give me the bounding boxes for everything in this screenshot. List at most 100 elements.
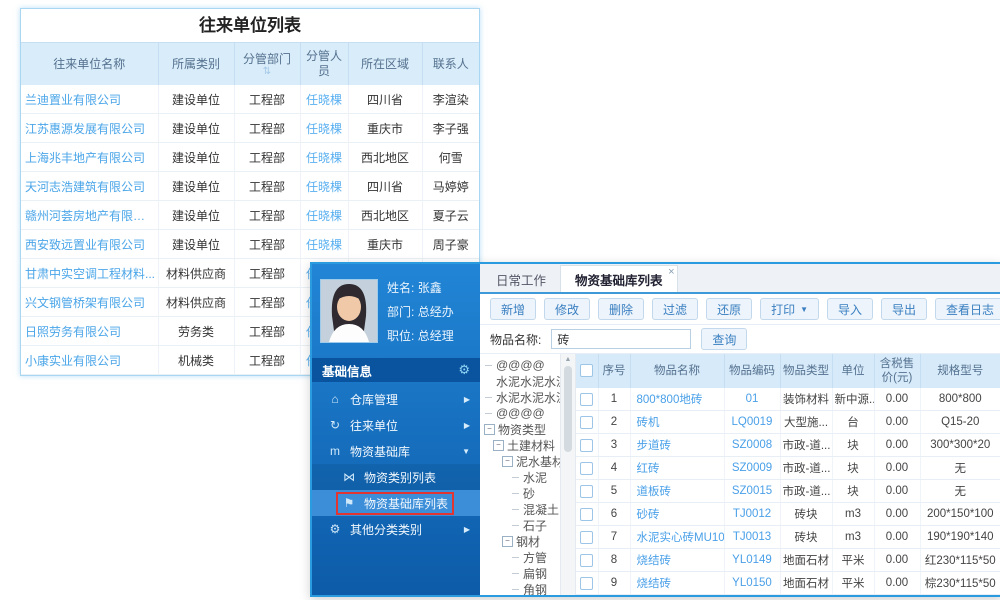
tree-node[interactable]: 石子 [480, 517, 560, 533]
tree-node[interactable]: − 物资类型 [480, 421, 560, 437]
search-input[interactable] [551, 329, 692, 349]
grid-column-header[interactable]: 物品名称 [629, 354, 724, 388]
row-checkbox[interactable] [580, 438, 594, 452]
column-header[interactable]: 分管部门 ⇅ [233, 42, 300, 85]
sidebar-menu-item[interactable]: ⚑ 物资基础库列表 [312, 490, 480, 516]
unit-person-link[interactable]: 任晓棵 [299, 142, 348, 172]
toolbar-button[interactable]: 导出 [881, 298, 928, 320]
tree-expand-icon[interactable] [511, 489, 520, 498]
tree-expand-icon[interactable] [511, 569, 520, 578]
table-row[interactable]: 上海兆丰地产有限公司 建设单位 工程部 任晓棵 西北地区 何雪 [21, 142, 479, 172]
gear-icon[interactable]: ⚙ [458, 362, 470, 378]
table-row[interactable]: 6 砂砖 TJ0012 砖块 m3 0.00 200*150*100 [576, 502, 1000, 526]
tree-expand-icon[interactable]: − [493, 439, 504, 451]
tree-expand-icon[interactable] [484, 361, 493, 370]
tree-node[interactable]: 水泥水泥水泥水泥水泥水泥 [480, 373, 560, 389]
tree-expand-icon[interactable] [484, 409, 493, 418]
tree-node[interactable]: 砂 [480, 485, 560, 501]
tree-node[interactable]: @@@@ [480, 357, 560, 373]
unit-name-link[interactable]: 天河志浩建筑有限公司 [21, 171, 158, 201]
item-name-link[interactable]: 砖机 [629, 410, 724, 434]
tree-expand-icon[interactable]: − [502, 535, 513, 547]
table-row[interactable]: 7 水泥实心砖MU10 TJ0013 砖块 m3 0.00 190*190*14… [576, 525, 1000, 549]
row-checkbox[interactable] [580, 415, 594, 429]
table-row[interactable]: 5 道板砖 SZ0015 市政-道... 块 0.00 无 [576, 479, 1000, 503]
item-code-link[interactable]: SZ0008 [723, 433, 780, 457]
table-row[interactable]: 1 800*800地砖 01 装饰材料 新中源... 0.00 800*800 [576, 388, 1000, 411]
table-row[interactable]: 赣州河荟房地产有限公司 建设单位 工程部 任晓棵 西北地区 夏子云 [21, 200, 479, 230]
row-checkbox[interactable] [580, 461, 594, 475]
tree-node[interactable]: 方管 [480, 549, 560, 565]
row-checkbox[interactable] [580, 484, 594, 498]
sidebar-menu-item[interactable]: m 物资基础库 ▼ [312, 438, 480, 464]
tree-node[interactable]: 角钢 [480, 581, 560, 596]
toolbar-button[interactable]: 查看日志 [935, 298, 1000, 320]
scrollbar-thumb[interactable] [564, 366, 572, 452]
row-checkbox[interactable] [580, 576, 594, 590]
unit-name-link[interactable]: 甘肃中实空调工程材料... [21, 258, 158, 288]
unit-name-link[interactable]: 兴文钢管桥架有限公司 [21, 287, 158, 317]
grid-column-header[interactable]: 单位 [831, 354, 874, 388]
tree-scrollbar[interactable]: ▲ [561, 354, 576, 595]
unit-person-link[interactable]: 任晓棵 [299, 200, 348, 230]
scroll-up-icon[interactable]: ▲ [565, 356, 572, 364]
unit-name-link[interactable]: 兰迪置业有限公司 [21, 85, 158, 114]
item-name-link[interactable]: 步道砖 [629, 433, 724, 457]
tree-node[interactable]: 混凝土 [480, 501, 560, 517]
table-row[interactable]: 2 砖机 LQ0019 大型施... 台 0.00 Q15-20 [576, 410, 1000, 434]
table-row[interactable]: 兰迪置业有限公司 建设单位 工程部 任晓棵 四川省 李渲染 [21, 85, 479, 114]
grid-column-header[interactable]: 含税售价(元) [873, 354, 920, 388]
tree-node[interactable]: 扁钢 [480, 565, 560, 581]
unit-person-link[interactable]: 任晓棵 [299, 113, 348, 143]
sidebar-section-header[interactable]: 基础信息 ⚙ [312, 358, 480, 382]
tree-node[interactable]: @@@@ [480, 405, 560, 421]
item-code-link[interactable]: 01 [723, 388, 780, 411]
tree-node[interactable]: 水泥水泥水泥水泥水泥水泥 [480, 389, 560, 405]
unit-name-link[interactable]: 日照劳务有限公司 [21, 316, 158, 346]
column-header[interactable]: 所属类别 [157, 42, 234, 85]
item-code-link[interactable]: YL0150 [723, 571, 780, 595]
tree-node[interactable]: − 钢材 [480, 533, 560, 549]
row-checkbox[interactable] [580, 392, 594, 406]
grid-column-header[interactable]: 序号 [597, 354, 630, 388]
tree-expand-icon[interactable]: − [484, 423, 495, 435]
tree-expand-icon[interactable] [511, 553, 520, 562]
unit-person-link[interactable]: 任晓棵 [299, 229, 348, 259]
column-header[interactable]: 联系人 [421, 42, 479, 85]
sidebar-menu-item[interactable]: ⋈ 物资类别列表 [312, 464, 480, 490]
tree-expand-icon[interactable] [484, 377, 493, 386]
table-row[interactable]: 3 步道砖 SZ0008 市政-道... 块 0.00 300*300*20 [576, 433, 1000, 457]
item-code-link[interactable]: YL0149 [723, 548, 780, 572]
unit-name-link[interactable]: 小康实业有限公司 [21, 345, 158, 375]
unit-person-link[interactable]: 任晓棵 [299, 171, 348, 201]
column-header[interactable]: 分管人员 [299, 42, 348, 85]
grid-column-header[interactable]: 物品类型 [779, 354, 832, 388]
row-checkbox[interactable] [580, 530, 594, 544]
item-name-link[interactable]: 红砖 [629, 456, 724, 480]
item-name-link[interactable]: 烧结砖 [629, 548, 724, 572]
tree-expand-icon[interactable] [511, 505, 520, 514]
row-checkbox[interactable] [580, 507, 594, 521]
tree-expand-icon[interactable] [511, 521, 520, 530]
toolbar-button[interactable]: 修改 [544, 298, 591, 320]
tab[interactable]: 日常工作 [482, 266, 560, 292]
item-code-link[interactable]: TJ0013 [723, 525, 780, 549]
table-row[interactable]: 江苏惠源发展有限公司 建设单位 工程部 任晓棵 重庆市 李子强 [21, 113, 479, 143]
select-all-checkbox[interactable] [580, 364, 594, 378]
toolbar-button[interactable]: 导入 [827, 298, 874, 320]
column-header[interactable]: 所在区域 [347, 42, 422, 85]
tree-expand-icon[interactable] [484, 393, 493, 402]
table-row[interactable]: 天河志浩建筑有限公司 建设单位 工程部 任晓棵 四川省 马婷婷 [21, 171, 479, 201]
tree-expand-icon[interactable]: − [502, 455, 513, 467]
item-name-link[interactable]: 砂砖 [629, 502, 724, 526]
table-row[interactable]: 4 红砖 SZ0009 市政-道... 块 0.00 无 [576, 456, 1000, 480]
tab[interactable]: 物资基础库列表 × [560, 265, 678, 292]
row-checkbox[interactable] [580, 553, 594, 567]
toolbar-button[interactable]: 打印 ▼ [760, 298, 820, 320]
toolbar-button[interactable]: 删除 [598, 298, 645, 320]
item-name-link[interactable]: 烧结砖 [629, 571, 724, 595]
table-row[interactable]: 9 烧结砖 YL0150 地面石材 平米 0.00 棕230*115*50 [576, 571, 1000, 595]
query-button[interactable]: 查询 [701, 328, 748, 350]
toolbar-button[interactable]: 新增 [490, 298, 537, 320]
tree-node[interactable]: − 泥水基材 [480, 453, 560, 469]
